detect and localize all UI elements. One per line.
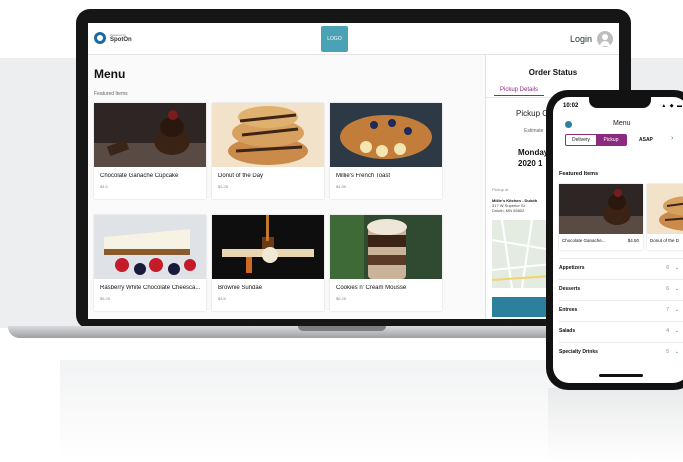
- laptop-reflection: [60, 360, 620, 462]
- category-label: Entrees: [559, 306, 578, 313]
- logo-name: SpotOn: [110, 36, 132, 43]
- phone-featured-label: Featured Items: [559, 171, 599, 177]
- menu-item-card[interactable]: Millie's French Toast $4.99: [330, 103, 442, 199]
- phone-screen: 10:02 ▲ ◆ ▬ Menu Delivery Pickup ASAP › …: [553, 97, 683, 383]
- cupcake-photo: [559, 184, 643, 234]
- menu-item-price: $6.25: [336, 296, 347, 301]
- phone-menu-item-card[interactable]: Chocolate Ganache... $4.50: [559, 184, 643, 250]
- menu-item-card[interactable]: Rasberry White Chocolate Cheesca... $5.2…: [94, 215, 206, 311]
- menu-item-card[interactable]: Chocolate Ganache Cupcake $4.5: [94, 103, 206, 199]
- category-label: Salads: [559, 327, 576, 334]
- category-count: 5: [666, 348, 669, 355]
- pickup-address: Millie's Kitchen - Duluth 317 W Superior…: [492, 198, 537, 213]
- phone: 10:02 ▲ ◆ ▬ Menu Delivery Pickup ASAP › …: [546, 90, 683, 390]
- category-label: Desserts: [559, 285, 581, 292]
- order-status-title: Order Status: [528, 68, 578, 77]
- menu-item-name: Chocolate Ganache Cupcake: [100, 173, 179, 179]
- phone-item-name: Chocolate Ganache...: [562, 238, 606, 243]
- home-indicator[interactable]: [599, 374, 643, 377]
- menu-item-name: Millie's French Toast: [336, 173, 391, 179]
- french-toast-photo: [330, 103, 442, 167]
- phone-menu-title: Menu: [613, 120, 631, 127]
- close-icon[interactable]: [565, 121, 572, 128]
- pickup-at-label: Pickup at: [492, 187, 509, 192]
- category-count: 6: [666, 264, 669, 271]
- menu-area: Menu Featured Items Chocolate Ganache Cu…: [88, 55, 485, 319]
- pickup-map[interactable]: [491, 219, 553, 289]
- chevron-down-icon: ⌄: [674, 264, 679, 271]
- menu-item-name: Brownie Sundae: [218, 285, 263, 291]
- address-city: Duluth, MN 55802: [492, 208, 525, 213]
- category-salads[interactable]: Salads 4 ⌄: [559, 321, 683, 339]
- cupcake-photo: [94, 103, 206, 167]
- mousse-photo: [330, 215, 442, 279]
- category-desserts[interactable]: Desserts 6 ⌄: [559, 279, 683, 297]
- category-count: 6: [666, 285, 669, 292]
- pickup-option[interactable]: Pickup: [596, 135, 626, 145]
- status-icons: ▲ ◆ ▬: [661, 103, 683, 109]
- avatar-icon: [597, 31, 613, 47]
- category-label: Appetizers: [559, 264, 585, 271]
- category-label: Specialty Drinks: [559, 348, 598, 355]
- page-title: Menu: [94, 67, 126, 81]
- donut-photo: [647, 184, 683, 234]
- spoton-logo-icon: [94, 32, 106, 44]
- brownie-sundae-photo: [212, 215, 324, 279]
- donut-photo: [212, 103, 324, 167]
- asap-label[interactable]: ASAP: [639, 137, 653, 143]
- menu-item-price: $4.99: [336, 184, 347, 189]
- category-appetizers[interactable]: Appetizers 6 ⌄: [559, 258, 683, 276]
- menu-item-price: $5.25: [100, 296, 111, 301]
- category-count: 4: [666, 327, 669, 334]
- phone-reflection: [548, 388, 683, 462]
- chevron-down-icon: ⌄: [674, 306, 679, 313]
- menu-item-card[interactable]: Brownie Sundae $3.5: [212, 215, 324, 311]
- phone-notch: [589, 97, 651, 108]
- category-specialty-drinks[interactable]: Specialty Drinks 5 ⌄: [559, 342, 683, 360]
- phone-item-name: Donut of the D: [650, 238, 680, 243]
- menu-item-card[interactable]: Donut of the Day $3.25: [212, 103, 324, 199]
- menu-item-price: $3.5: [218, 296, 226, 301]
- login-label: Login: [569, 34, 592, 44]
- menu-item-price: $3.25: [218, 184, 229, 189]
- phone-item-price: $4.50: [627, 238, 639, 243]
- spoton-logo[interactable]: Powered by SpotOn: [94, 32, 132, 44]
- chevron-down-icon: ⌄: [674, 327, 679, 334]
- category-count: 7: [666, 306, 669, 313]
- top-bar: Powered by SpotOn LOGO Login: [88, 23, 619, 55]
- menu-item-name: Donut of the Day: [218, 173, 264, 179]
- menu-item-price: $4.5: [100, 184, 108, 189]
- category-entrees[interactable]: Entrees 7 ⌄: [559, 300, 683, 318]
- chevron-down-icon: ⌄: [674, 285, 679, 292]
- laptop-screen: Powered by SpotOn LOGO Login Menu Featur…: [88, 23, 619, 319]
- phone-menu-item-card[interactable]: Donut of the D: [647, 184, 683, 250]
- restaurant-logo-badge[interactable]: LOGO: [321, 26, 348, 52]
- phone-time: 10:02: [563, 103, 579, 109]
- tab-pickup-details[interactable]: Pickup Details: [494, 87, 545, 96]
- order-type-toggle[interactable]: Delivery Pickup: [565, 134, 627, 146]
- login-button[interactable]: Login: [570, 31, 613, 47]
- featured-label: Featured Items: [94, 91, 128, 97]
- cheesecake-photo: [94, 215, 206, 279]
- chevron-right-icon[interactable]: ›: [671, 135, 673, 142]
- delivery-option[interactable]: Delivery: [566, 135, 596, 145]
- menu-item-card[interactable]: Cookies n' Cream Mousse $6.25: [330, 215, 442, 311]
- laptop-notch: [298, 326, 386, 331]
- menu-item-name: Rasberry White Chocolate Cheesca...: [100, 285, 201, 291]
- menu-item-name: Cookies n' Cream Mousse: [336, 285, 407, 291]
- chevron-down-icon: ⌄: [674, 348, 679, 355]
- estimated-label: Estimate: [524, 128, 544, 134]
